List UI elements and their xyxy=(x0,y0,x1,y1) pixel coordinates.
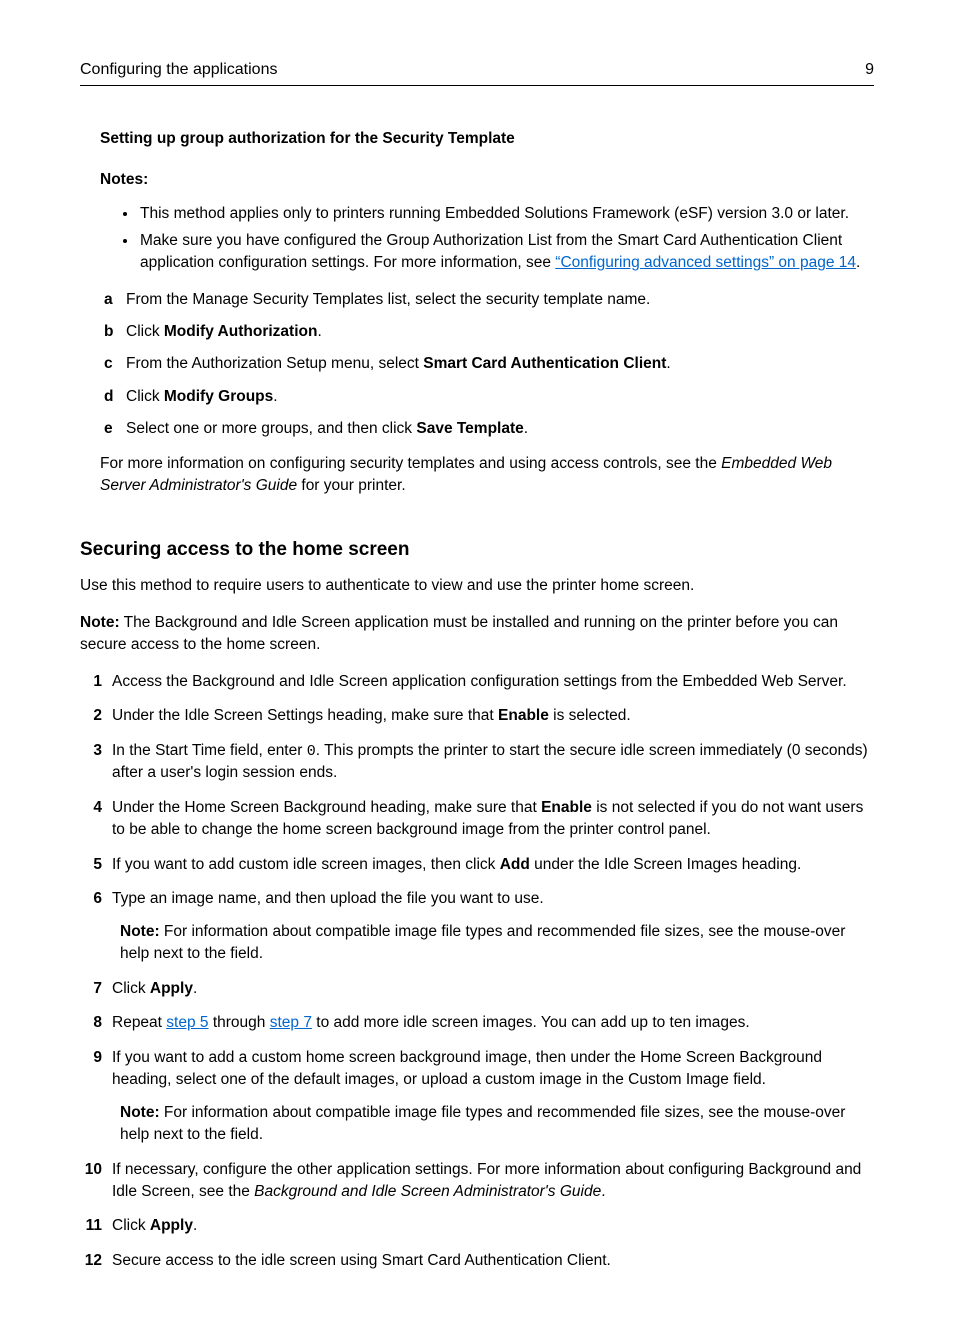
link-step5[interactable]: step 5 xyxy=(166,1014,208,1031)
list-item: 5If you want to add custom idle screen i… xyxy=(80,854,874,876)
list-item: eSelect one or more groups, and then cli… xyxy=(104,418,874,440)
link-advanced-settings[interactable]: “Configuring advanced settings” on page … xyxy=(555,254,856,271)
para-intro: Use this method to require users to auth… xyxy=(80,575,874,597)
list-item: Make sure you have configured the Group … xyxy=(138,230,874,275)
notes-list: This method applies only to printers run… xyxy=(126,203,874,274)
list-item: 6 Type an image name, and then upload th… xyxy=(80,888,874,965)
header-page-number: 9 xyxy=(865,58,874,81)
heading-securing-home: Securing access to the home screen xyxy=(80,536,874,564)
list-item: dClick Modify Groups. xyxy=(104,386,874,408)
lettered-steps: aFrom the Manage Security Templates list… xyxy=(104,289,874,441)
para-note-intro: Note: The Background and Idle Screen app… xyxy=(80,612,874,657)
list-item: 9 If you want to add a custom home scree… xyxy=(80,1047,874,1147)
step-note: Note: For information about compatible i… xyxy=(120,1102,874,1147)
list-item: 3In the Start Time field, enter 0. This … xyxy=(80,740,874,785)
list-item: 4Under the Home Screen Background headin… xyxy=(80,797,874,842)
list-item: cFrom the Authorization Setup menu, sele… xyxy=(104,353,874,375)
notes-label: Notes: xyxy=(100,169,874,191)
list-item: 1Access the Background and Idle Screen a… xyxy=(80,671,874,693)
running-header: Configuring the applications 9 xyxy=(80,58,874,86)
list-item: 10If necessary, configure the other appl… xyxy=(80,1159,874,1204)
list-item: This method applies only to printers run… xyxy=(138,203,874,225)
link-step7[interactable]: step 7 xyxy=(270,1014,312,1031)
para-more-info: For more information on configuring secu… xyxy=(100,453,874,498)
list-item: bClick Modify Authorization. xyxy=(104,321,874,343)
list-item: aFrom the Manage Security Templates list… xyxy=(104,289,874,311)
header-section: Configuring the applications xyxy=(80,58,277,81)
sub-heading-group-auth: Setting up group authorization for the S… xyxy=(100,128,874,150)
numbered-steps: 1Access the Background and Idle Screen a… xyxy=(80,671,874,1273)
step-note: Note: For information about compatible i… xyxy=(120,921,874,966)
list-item: 7Click Apply. xyxy=(80,978,874,1000)
list-item: 8Repeat step 5 through step 7 to add mor… xyxy=(80,1012,874,1034)
list-item: 2Under the Idle Screen Settings heading,… xyxy=(80,705,874,727)
document-page: Configuring the applications 9 Setting u… xyxy=(0,0,954,1344)
list-item: 12Secure access to the idle screen using… xyxy=(80,1250,874,1272)
